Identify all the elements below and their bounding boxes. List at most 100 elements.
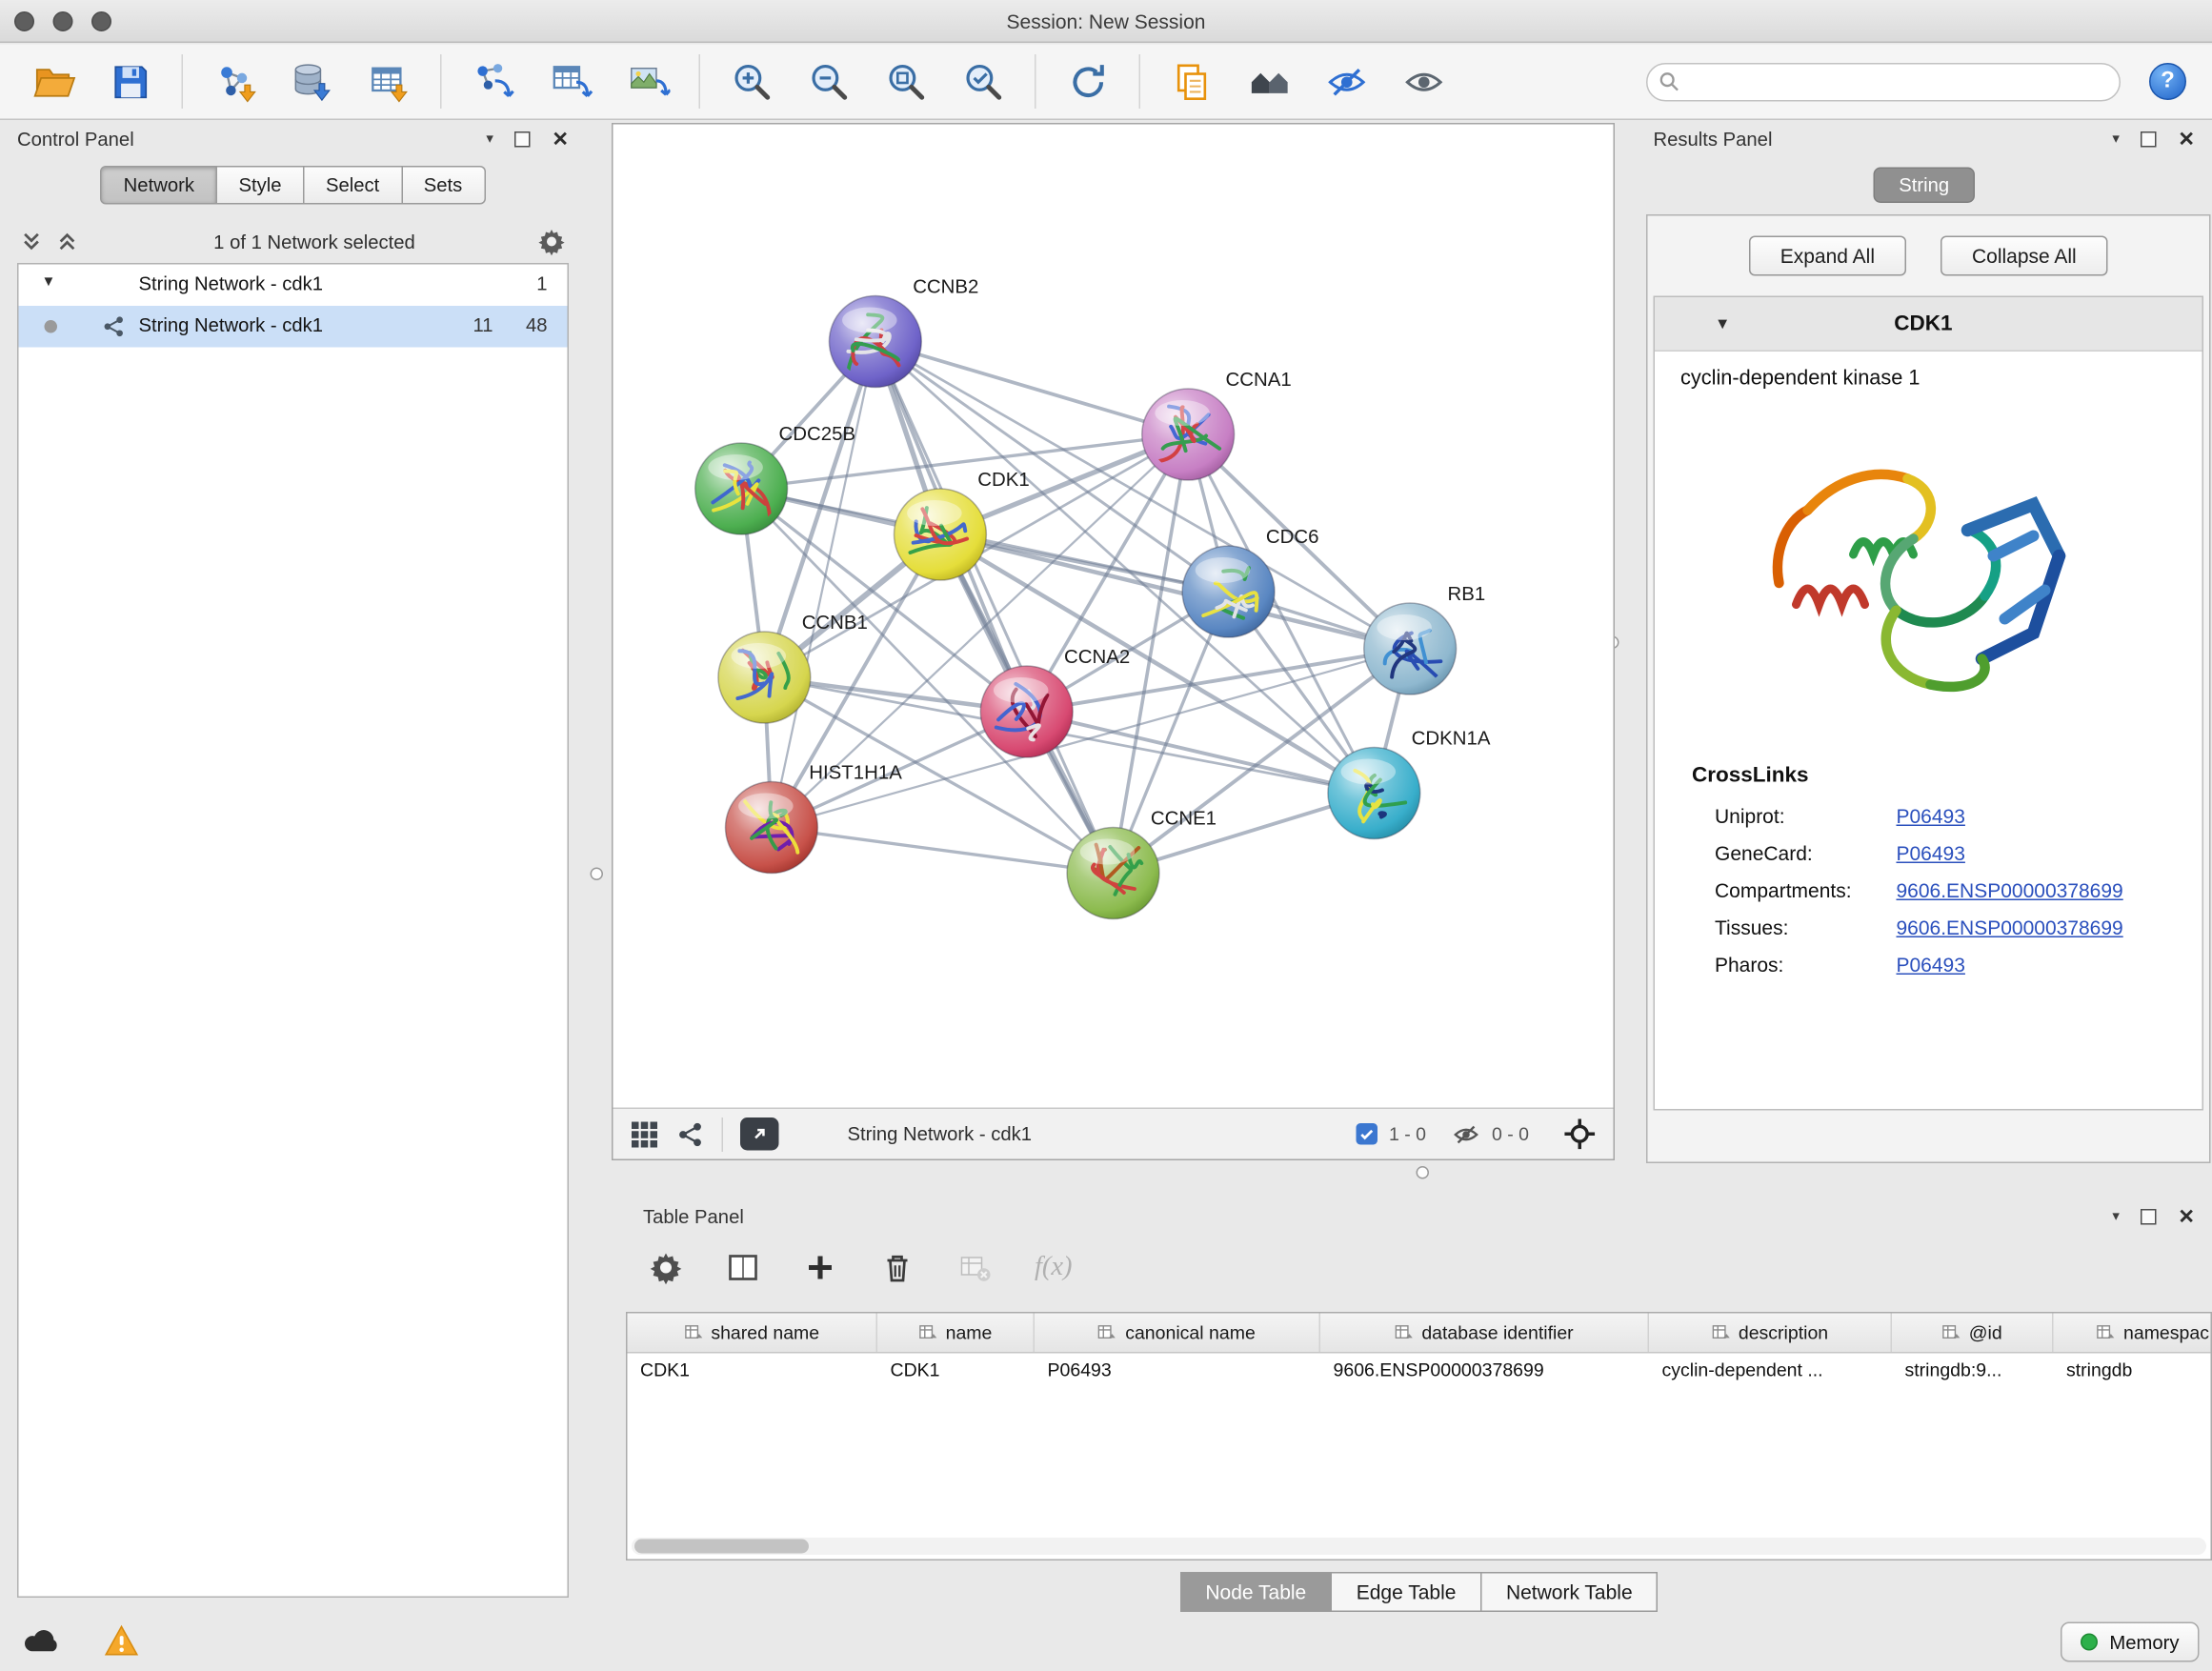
horizontal-scrollbar[interactable]: [632, 1538, 2206, 1555]
close-panel-icon[interactable]: ✕: [2178, 1206, 2195, 1226]
zoom-in-icon: [730, 59, 774, 104]
memory-button[interactable]: Memory: [2061, 1622, 2199, 1662]
tab-node-table[interactable]: Node Table: [1179, 1572, 1332, 1612]
close-panel-icon[interactable]: ✕: [2178, 129, 2195, 149]
collapse-all-button[interactable]: Collapse All: [1941, 236, 2108, 276]
delete-column-icon[interactable]: [880, 1251, 915, 1285]
save-floppy-icon: [108, 59, 152, 104]
column-header[interactable]: @id: [1892, 1314, 2054, 1353]
share-network-icon[interactable]: [676, 1119, 705, 1148]
network-node-CDKN1A[interactable]: CDKN1A: [1328, 729, 1491, 839]
crosslink-link[interactable]: P06493: [1897, 954, 1965, 976]
network-share-icon: [102, 314, 127, 339]
add-column-icon[interactable]: [803, 1251, 837, 1285]
network-node-CCNA1[interactable]: CCNA1: [1142, 370, 1292, 480]
tab-string[interactable]: String: [1873, 168, 1975, 204]
toolbar-separator: [699, 54, 701, 109]
network-node-CCNB2[interactable]: CCNB2: [829, 277, 978, 388]
network-canvas[interactable]: CCNB2CCNA1CDC25BCDK1CDC6RB1CCNB1CCNA2CDK…: [613, 125, 1614, 1108]
tab-style[interactable]: Style: [217, 166, 305, 205]
minimize-window-button[interactable]: [53, 11, 73, 31]
expand-all-button[interactable]: Expand All: [1749, 236, 1906, 276]
column-header[interactable]: canonical name: [1035, 1314, 1320, 1353]
crosslink-link[interactable]: 9606.ENSP00000378699: [1897, 916, 2123, 939]
network-graph[interactable]: CCNB2CCNA1CDC25BCDK1CDC6RB1CCNB1CCNA2CDK…: [613, 125, 1614, 1108]
open-session-button[interactable]: [17, 49, 89, 114]
export-image-button[interactable]: [612, 49, 683, 114]
zoom-fit-icon: [884, 59, 929, 104]
network-node-RB1[interactable]: RB1: [1364, 584, 1485, 695]
network-options-gear-icon[interactable]: [537, 228, 566, 256]
close-window-button[interactable]: [14, 11, 34, 31]
tab-sets[interactable]: Sets: [402, 166, 485, 205]
annotations-button[interactable]: [1156, 49, 1228, 114]
node-label-CCNA1: CCNA1: [1226, 370, 1292, 391]
zoom-selected-button[interactable]: [948, 49, 1019, 114]
column-header[interactable]: namespac: [2054, 1314, 2212, 1353]
panel-menu-icon[interactable]: ▾: [2112, 131, 2120, 147]
crosslink-link[interactable]: P06493: [1897, 842, 1965, 865]
tab-select[interactable]: Select: [304, 166, 402, 205]
network-from-selection-button[interactable]: [457, 49, 529, 114]
import-network-database-button[interactable]: [276, 49, 348, 114]
tab-network[interactable]: Network: [101, 166, 217, 205]
zoom-fit-button[interactable]: [871, 49, 942, 114]
cell-namespace: stringdb: [2054, 1354, 2212, 1390]
new-network-table-button[interactable]: [534, 49, 606, 114]
zoom-out-button[interactable]: [794, 49, 865, 114]
float-panel-icon[interactable]: [514, 131, 531, 147]
protein-card-header[interactable]: ▼ CDK1: [1655, 297, 2202, 352]
tab-network-table[interactable]: Network Table: [1481, 1572, 1658, 1612]
window-controls: [14, 11, 111, 31]
network-node-CDK1[interactable]: CDK1: [895, 470, 1030, 580]
search-input[interactable]: [1646, 62, 2121, 101]
import-network-file-button[interactable]: [199, 49, 271, 114]
show-columns-icon[interactable]: [726, 1251, 760, 1285]
float-panel-icon[interactable]: [2141, 1208, 2157, 1224]
birdseye-grid-icon[interactable]: [631, 1119, 659, 1148]
collapse-all-icon[interactable]: [20, 231, 43, 253]
zoom-window-button[interactable]: [91, 11, 111, 31]
apply-layout-button[interactable]: [1052, 49, 1123, 114]
node-label-CCNA2: CCNA2: [1064, 647, 1130, 668]
open-in-new-window-button[interactable]: [740, 1117, 779, 1151]
table-header-row: shared name name canonical name database…: [628, 1314, 2211, 1354]
horizontal-splitter-handle[interactable]: [1417, 1166, 1430, 1179]
control-panel-tabs: Network Style Select Sets: [0, 166, 586, 205]
crosslink-link[interactable]: P06493: [1897, 805, 1965, 828]
column-header[interactable]: database identifier: [1320, 1314, 1649, 1353]
column-header[interactable]: name: [877, 1314, 1035, 1353]
column-header[interactable]: shared name: [628, 1314, 878, 1353]
expand-all-icon[interactable]: [56, 231, 79, 253]
hide-selected-button[interactable]: [1311, 49, 1382, 114]
warnings-button[interactable]: [97, 1621, 146, 1661]
scrollbar-thumb[interactable]: [634, 1540, 809, 1554]
close-panel-icon[interactable]: ✕: [552, 129, 569, 149]
group-nodes-button[interactable]: [1234, 49, 1305, 114]
collapse-triangle-icon[interactable]: ▼: [1715, 315, 1730, 332]
float-panel-icon[interactable]: [2141, 131, 2157, 147]
column-header[interactable]: description: [1649, 1314, 1892, 1353]
network-selection-bar: 1 of 1 Network selected: [20, 222, 566, 262]
show-all-button[interactable]: [1388, 49, 1459, 114]
network-tree-item[interactable]: String Network - cdk1 11 48: [19, 306, 568, 348]
selected-items-checkbox[interactable]: [1356, 1123, 1377, 1145]
tab-edge-table[interactable]: Edge Table: [1332, 1572, 1481, 1612]
panel-menu-icon[interactable]: ▾: [486, 131, 493, 147]
table-settings-gear-icon[interactable]: [649, 1251, 683, 1285]
network-collection-row[interactable]: ▼ String Network - cdk1 1: [19, 265, 568, 307]
import-table-file-button[interactable]: [353, 49, 425, 114]
zoom-in-button[interactable]: [716, 49, 788, 114]
collapse-triangle-icon[interactable]: ▼: [42, 274, 56, 291]
network-node-HIST1H1A[interactable]: HIST1H1A: [726, 763, 903, 874]
panel-menu-icon[interactable]: ▾: [2112, 1208, 2120, 1224]
cloud-status-button[interactable]: [17, 1621, 66, 1661]
table-row[interactable]: CDK1 CDK1 P06493 9606.ENSP00000378699 cy…: [628, 1354, 2211, 1390]
crosslink-link[interactable]: 9606.ENSP00000378699: [1897, 879, 2123, 902]
vertical-splitter-handle[interactable]: [591, 868, 604, 881]
network-node-CCNB1[interactable]: CCNB1: [718, 613, 868, 723]
save-session-button[interactable]: [94, 49, 166, 114]
fit-selected-crosshair-icon[interactable]: [1563, 1117, 1597, 1151]
network-edge-count: 48: [526, 314, 548, 336]
help-button[interactable]: ?: [2149, 63, 2186, 100]
